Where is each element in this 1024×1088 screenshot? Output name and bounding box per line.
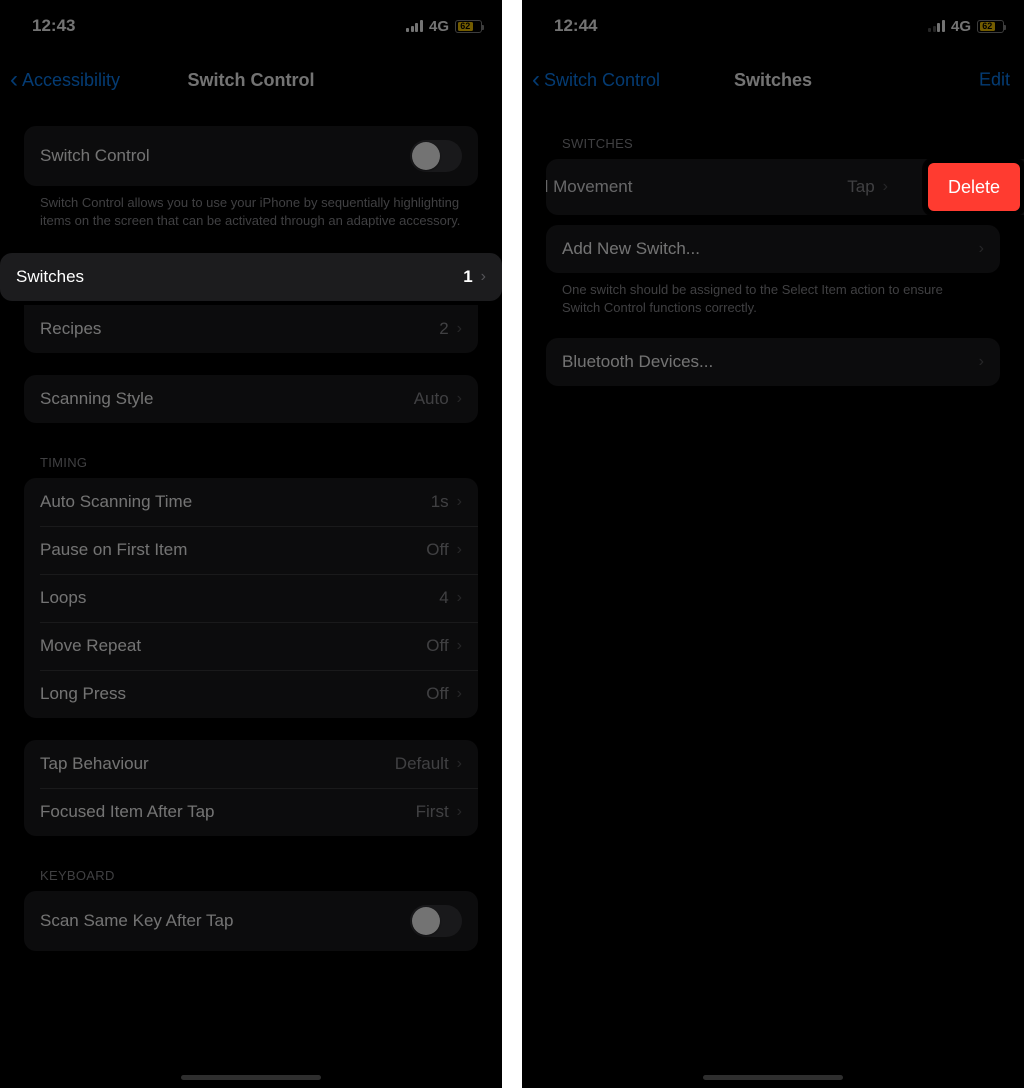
switch-control-group: Switch Control — [24, 126, 478, 186]
recipes-row[interactable]: Recipes 2 › — [24, 305, 478, 353]
switches-header: SWITCHES — [562, 136, 984, 151]
screenshot-right: 12:44 4G 62 ‹ Switch Control Switches Ed… — [522, 0, 1024, 1088]
chevron-right-icon: › — [457, 390, 462, 408]
chevron-right-icon: › — [883, 178, 888, 196]
nav-bar: ‹ Switch Control Switches Edit — [522, 56, 1024, 104]
switches-label: Switches — [16, 267, 463, 287]
switch-item-label: ead Movement — [546, 177, 847, 197]
switches-row[interactable]: Switches 1 › — [0, 253, 502, 301]
timing-header: TIMING — [40, 455, 462, 470]
status-bar: 12:44 4G 62 — [522, 0, 1024, 44]
chevron-right-icon: › — [979, 240, 984, 258]
tap-behaviour-row[interactable]: Tap Behaviour Default › — [24, 740, 478, 788]
chevron-right-icon: › — [457, 755, 462, 773]
nav-bar: ‹ Accessibility Switch Control — [0, 56, 502, 104]
home-indicator — [703, 1075, 843, 1080]
back-button[interactable]: ‹ Accessibility — [10, 68, 120, 92]
battery-icon: 62 — [977, 20, 1004, 33]
recipes-label: Recipes — [40, 319, 439, 339]
home-indicator — [181, 1075, 321, 1080]
network-type: 4G — [951, 18, 971, 35]
screenshot-left: 12:43 4G 62 ‹ Accessibility Switch Contr… — [0, 0, 502, 1088]
chevron-left-icon: ‹ — [10, 68, 18, 92]
long-press-row[interactable]: Long Press Off › — [24, 670, 478, 718]
switch-item-value: Tap — [847, 177, 874, 197]
toggle-label: Switch Control — [40, 146, 410, 166]
scanning-style-row[interactable]: Scanning Style Auto › — [24, 375, 478, 423]
edit-button[interactable]: Edit — [979, 70, 1010, 91]
switch-control-toggle-row[interactable]: Switch Control — [24, 126, 478, 186]
delete-button[interactable]: Delete — [924, 159, 1024, 215]
signal-icon — [406, 20, 423, 32]
chevron-right-icon: › — [457, 637, 462, 655]
chevron-right-icon: › — [457, 803, 462, 821]
switches-count: 1 — [463, 267, 472, 287]
scan-same-key-row[interactable]: Scan Same Key After Tap — [24, 891, 478, 951]
page-title: Switches — [734, 70, 812, 91]
switch-control-description: Switch Control allows you to use your iP… — [40, 194, 462, 229]
pause-first-item-row[interactable]: Pause on First Item Off › — [24, 526, 478, 574]
chevron-right-icon: › — [457, 589, 462, 607]
back-label: Accessibility — [22, 70, 120, 91]
add-new-switch-row[interactable]: Add New Switch... › — [546, 225, 1000, 273]
chevron-right-icon: › — [457, 320, 462, 338]
keyboard-header: KEYBOARD — [40, 868, 462, 883]
focused-item-row[interactable]: Focused Item After Tap First › — [24, 788, 478, 836]
auto-scanning-time-row[interactable]: Auto Scanning Time 1s › — [24, 478, 478, 526]
switch-control-toggle[interactable] — [410, 140, 462, 172]
chevron-right-icon: › — [457, 685, 462, 703]
switches-footer: One switch should be assigned to the Sel… — [562, 281, 984, 316]
recipes-count: 2 — [439, 319, 448, 339]
status-time: 12:44 — [554, 16, 597, 36]
chevron-left-icon: ‹ — [532, 68, 540, 92]
chevron-right-icon: › — [481, 268, 486, 286]
chevron-right-icon: › — [457, 493, 462, 511]
back-button[interactable]: ‹ Switch Control — [532, 68, 660, 92]
switch-item-row[interactable]: ead Movement Tap › — [546, 163, 898, 211]
loops-row[interactable]: Loops 4 › — [24, 574, 478, 622]
page-title: Switch Control — [188, 70, 315, 91]
network-type: 4G — [429, 18, 449, 35]
status-time: 12:43 — [32, 16, 75, 36]
battery-icon: 62 — [455, 20, 482, 33]
status-bar: 12:43 4G 62 — [0, 0, 502, 44]
chevron-right-icon: › — [979, 353, 984, 371]
bluetooth-devices-row[interactable]: Bluetooth Devices... › — [546, 338, 1000, 386]
scan-same-key-toggle[interactable] — [410, 905, 462, 937]
signal-icon — [928, 20, 945, 32]
chevron-right-icon: › — [457, 541, 462, 559]
move-repeat-row[interactable]: Move Repeat Off › — [24, 622, 478, 670]
back-label: Switch Control — [544, 70, 660, 91]
